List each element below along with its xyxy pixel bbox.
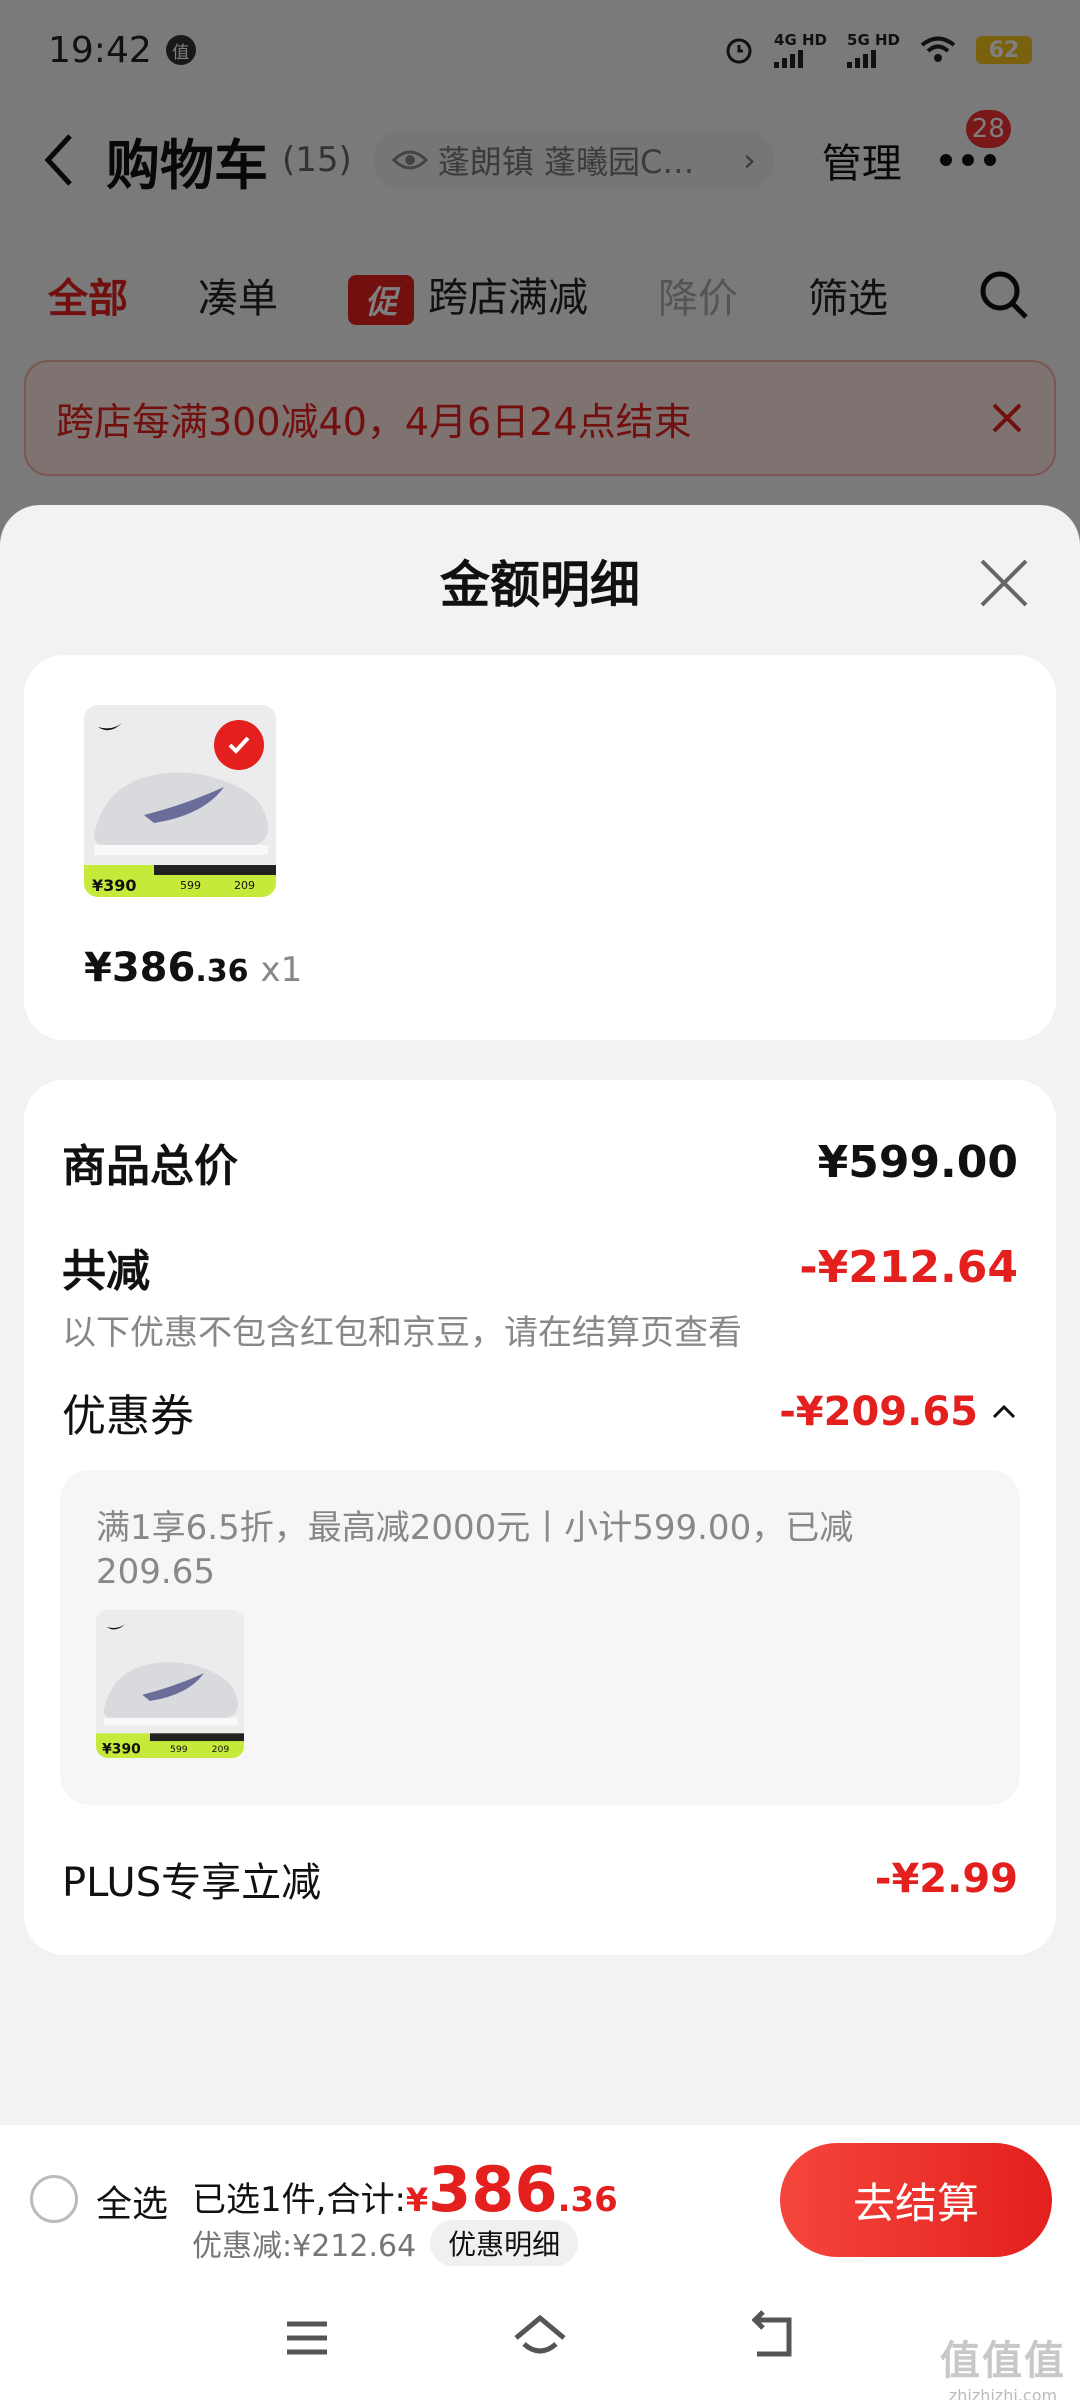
total-value: ¥599.00 <box>817 1136 1018 1188</box>
product-price-dec: .36 <box>195 954 249 989</box>
svg-text:599: 599 <box>180 879 201 892</box>
watermark-url: zhizhizhi.com <box>948 2386 1058 2400</box>
menu-icon[interactable] <box>277 2308 337 2368</box>
discount-detail-button[interactable]: 优惠明细 <box>430 2220 579 2266</box>
amount-detail-sheet: 金额明细 ¥390 599 209 ¥386.36 x1 商品总价 ¥599.0… <box>0 505 1080 2125</box>
svg-text:599: 599 <box>170 1744 188 1755</box>
coupon-row[interactable]: 优惠券 -¥209.65 <box>62 1380 1018 1444</box>
select-all-checkbox[interactable] <box>30 2175 78 2223</box>
total-row: 商品总价 ¥599.00 <box>62 1130 1018 1194</box>
coupon-value-wrap: -¥209.65 <box>779 1389 1018 1435</box>
coupon-product-thumbnail[interactable]: ¥390 599 209 <box>96 1610 244 1758</box>
plus-label: PLUS专享立减 <box>62 1860 322 1906</box>
total-currency: ¥ <box>405 2181 429 2219</box>
product-price: ¥386.36 x1 <box>84 945 302 991</box>
svg-text:209: 209 <box>234 879 255 892</box>
selected-products-card: ¥390 599 209 ¥386.36 x1 <box>24 655 1056 1040</box>
reduce-row: 共减 -¥212.64 <box>62 1235 1018 1299</box>
discount-text: 优惠减:¥212.64 <box>192 2229 417 2264</box>
total-label: 商品总价 <box>62 1141 238 1192</box>
plus-value: -¥2.99 <box>874 1856 1018 1902</box>
discount-summary: 优惠减:¥212.64 优惠明细 <box>192 2220 579 2266</box>
system-nav-bar <box>0 2275 1080 2400</box>
close-icon[interactable] <box>976 555 1032 611</box>
home-icon[interactable] <box>510 2308 570 2368</box>
chevron-up-icon <box>992 1404 1016 1419</box>
plus-row: PLUS专享立减 -¥2.99 <box>62 1850 1018 1908</box>
reduce-note: 以下优惠不包含红包和京豆，请在结算页查看 <box>62 1313 742 1353</box>
product-price-int: ¥386 <box>84 945 196 991</box>
select-all-label[interactable]: 全选 <box>96 2175 168 2227</box>
page: 19:42 值 4G HD 5G HD <box>0 0 1080 2400</box>
coupon-value: -¥209.65 <box>779 1389 978 1435</box>
total-int: 386 <box>428 2153 558 2226</box>
selected-text: 已选1件,合计: <box>192 2180 406 2220</box>
shoe-image: ¥390 599 209 <box>96 1610 244 1758</box>
svg-text:¥390: ¥390 <box>102 1741 141 1757</box>
product-qty: x1 <box>260 950 303 990</box>
svg-text:209: 209 <box>212 1744 230 1755</box>
reduce-label: 共减 <box>62 1246 150 1297</box>
watermark: 值值值 zhizhizhi.com <box>940 2328 1066 2400</box>
total-dec: .36 <box>557 2180 618 2220</box>
checked-icon[interactable] <box>214 720 264 770</box>
svg-text:¥390: ¥390 <box>92 876 137 895</box>
back-icon[interactable] <box>743 2308 803 2368</box>
coupon-description: 满1享6.5折，最高减2000元丨小计599.00，已减209.65 <box>96 1508 854 1592</box>
checkout-bar: 全选 已选1件,合计: ¥386.36 优惠减:¥212.64 优惠明细 去结算 <box>0 2125 1080 2275</box>
sheet-title: 金额明细 <box>440 556 640 614</box>
total-summary: 已选1件,合计: ¥386.36 <box>192 2153 618 2226</box>
reduce-value: -¥212.64 <box>799 1241 1018 1293</box>
watermark-logo: 值值值 <box>940 2338 1066 2384</box>
price-breakdown-card: 商品总价 ¥599.00 共减 -¥212.64 以下优惠不包含红包和京豆，请在… <box>24 1080 1056 1955</box>
checkout-button[interactable]: 去结算 <box>780 2143 1052 2257</box>
coupon-label: 优惠券 <box>62 1391 194 1442</box>
coupon-detail-box: 满1享6.5折，最高减2000元丨小计599.00，已减209.65 ¥390 … <box>60 1470 1020 1805</box>
